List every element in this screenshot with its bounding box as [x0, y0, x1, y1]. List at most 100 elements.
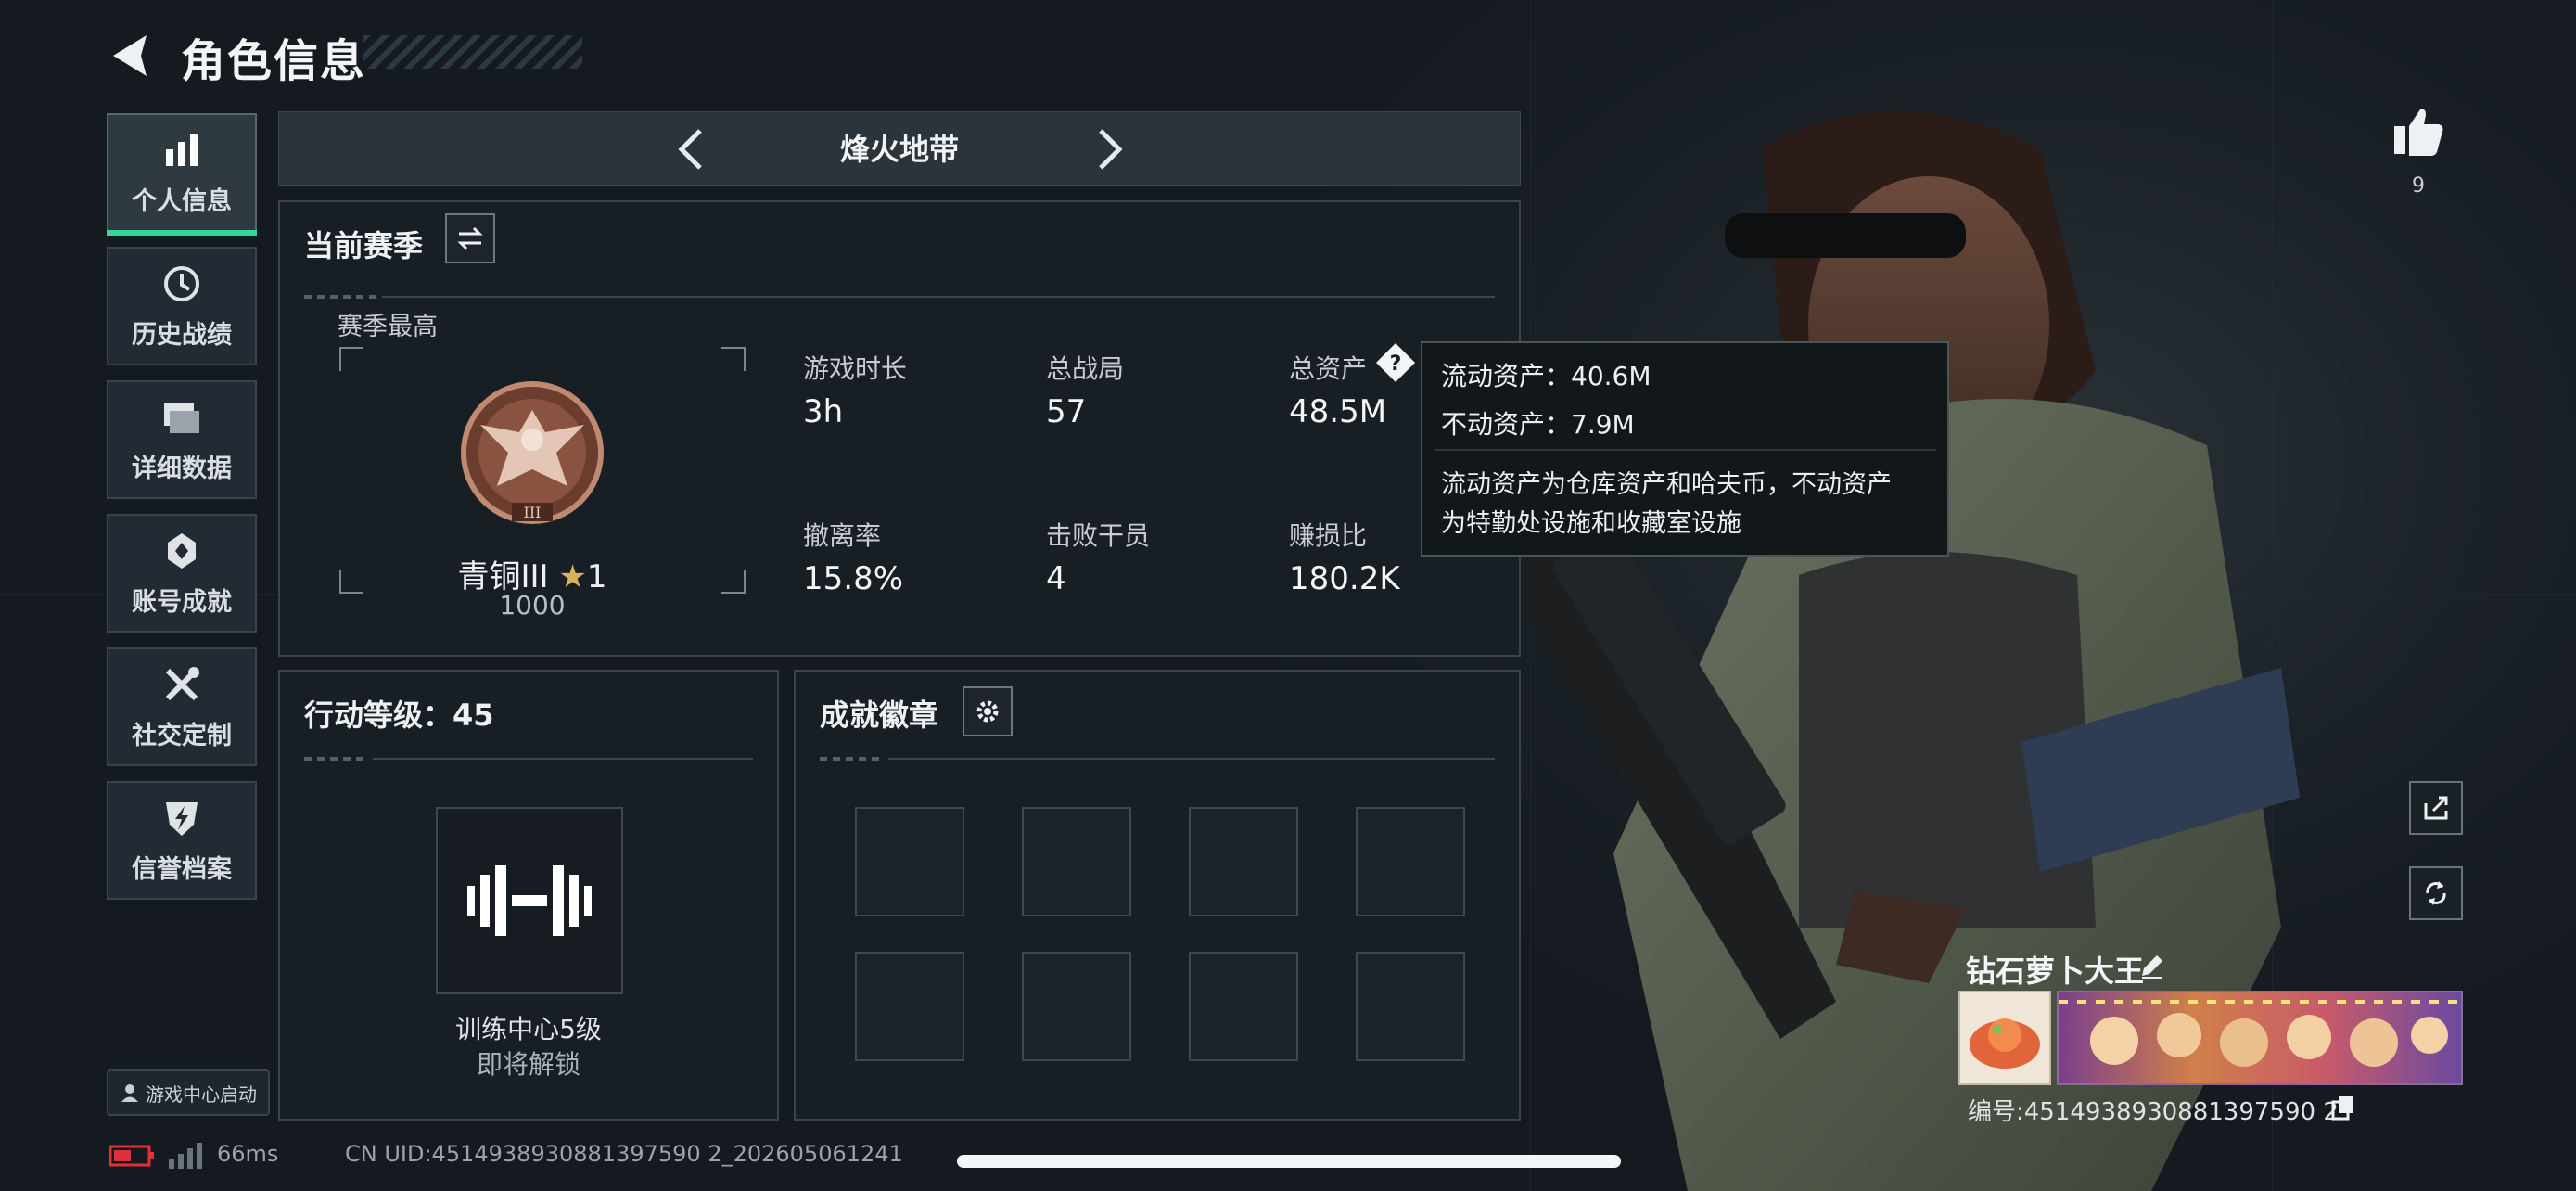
- frame-corner: [721, 347, 746, 371]
- stat-value: 57: [1046, 393, 1087, 430]
- chevron-right-icon[interactable]: [1082, 123, 1134, 175]
- title-decoration: [363, 35, 582, 69]
- tooltip-fixed: 不动资产：7.9M: [1441, 409, 1635, 440]
- user-icon: [121, 1084, 138, 1102]
- mode-label: 烽火地带: [839, 132, 959, 167]
- badge-slot[interactable]: [1022, 952, 1131, 1061]
- dumbbell-icon: [467, 865, 592, 936]
- stat-label: 总战局: [1046, 353, 1125, 384]
- medal-icon: [168, 532, 196, 569]
- divider-ticks: [304, 757, 369, 761]
- avatar[interactable]: [1958, 991, 2051, 1085]
- mode-selector: 烽火地带: [278, 111, 1521, 186]
- sidebar-item-achievements[interactable]: 账号成就: [107, 514, 257, 633]
- tooltip-desc: 为特勤处设施和收藏室设施: [1441, 509, 1741, 538]
- sidebar-item-details[interactable]: 详细数据: [107, 380, 257, 499]
- refresh-icon: [2426, 881, 2446, 905]
- stat-value: 15.8%: [803, 560, 904, 597]
- stat-value: 48.5M: [1289, 393, 1387, 430]
- signal-icon: [169, 1143, 202, 1169]
- asset-tooltip: 流动资产：40.6M 不动资产：7.9M 流动资产为仓库资产和哈夫币，不动资产 …: [1421, 341, 1949, 557]
- tooltip-liquid: 流动资产：40.6M: [1441, 361, 1651, 391]
- game-center-button[interactable]: 游戏中心启动: [107, 1069, 270, 1116]
- stat-label: 击败干员: [1046, 520, 1151, 551]
- edit-pencil-icon[interactable]: [2138, 952, 2166, 980]
- swap-season-button[interactable]: [445, 213, 495, 263]
- action-level-panel: 行动等级：45 训练中心5级 即将解锁: [278, 670, 779, 1121]
- badge-slot[interactable]: [1189, 807, 1298, 916]
- divider-ticks: [820, 757, 885, 761]
- banner-art: [2059, 1000, 2461, 1067]
- unlock-title: 训练中心5级: [455, 1014, 602, 1044]
- season-title: 当前赛季: [304, 228, 424, 263]
- badge-settings-button[interactable]: [963, 686, 1013, 736]
- stat-label: 赚损比: [1289, 520, 1368, 551]
- share-icon: [2424, 796, 2448, 820]
- player-name: 钻石萝卜大王: [1966, 954, 2145, 989]
- folder-icon: [164, 403, 199, 433]
- bronze-rank-emblem-icon: III: [461, 381, 604, 524]
- frame-corner: [339, 570, 363, 594]
- unlock-sub: 即将解锁: [476, 1049, 580, 1080]
- season-best-label: 赛季最高: [338, 313, 438, 341]
- back-arrow-icon[interactable]: [104, 28, 159, 83]
- badge-slot[interactable]: [1022, 807, 1131, 916]
- gear-icon: [976, 700, 999, 723]
- badge-slot[interactable]: [1356, 952, 1465, 1061]
- badges-panel: 成就徽章: [794, 670, 1521, 1121]
- stat-label: 总资产: [1289, 353, 1368, 384]
- sidebar-item-label: 账号成就: [132, 587, 232, 617]
- sidebar-item-history[interactable]: 历史战绩: [107, 247, 257, 365]
- badge-slot[interactable]: [855, 807, 964, 916]
- share-button[interactable]: [2409, 781, 2463, 835]
- shield-bolt-icon: [166, 801, 198, 836]
- page-title: 角色信息: [181, 35, 367, 87]
- season-panel: 当前赛季 赛季最高 III 青铜III ★1 1000 游戏时长 3h 总战局 …: [278, 200, 1521, 657]
- swap-icon: [457, 226, 483, 250]
- player-uid: 编号:4514938930881397590 2: [1968, 1098, 2339, 1126]
- thumbs-up-icon[interactable]: [2391, 104, 2446, 160]
- badges-title: 成就徽章: [820, 698, 939, 733]
- sidebar-item-label: 历史战绩: [132, 320, 232, 350]
- home-indicator[interactable]: [957, 1155, 1621, 1168]
- latency: 66ms: [217, 1141, 279, 1167]
- stat-value: 180.2K: [1289, 560, 1400, 597]
- frame-corner: [721, 570, 746, 594]
- refresh-button[interactable]: [2409, 866, 2463, 920]
- divider: [373, 758, 753, 760]
- profile-banner: [2057, 991, 2463, 1085]
- copy-icon[interactable]: [2331, 1095, 2355, 1121]
- history-clock-icon: [164, 265, 199, 301]
- cn-uid: CN UID:4514938930881397590 2_20260506124…: [345, 1141, 903, 1167]
- tools-icon: [165, 666, 199, 700]
- stat-value: 3h: [803, 393, 844, 430]
- food-avatar-icon: [1970, 1018, 2040, 1069]
- divider-ticks: [304, 295, 378, 299]
- game-center-label: 游戏中心启动: [146, 1082, 257, 1106]
- svg-text:III: III: [524, 504, 542, 521]
- divider: [1435, 449, 1936, 451]
- stat-value: 4: [1046, 560, 1066, 597]
- sidebar-item-label: 个人信息: [132, 186, 232, 216]
- frame-corner: [339, 347, 363, 371]
- sidebar-item-personal-info[interactable]: 个人信息: [107, 113, 257, 236]
- like-count: 9: [2412, 174, 2425, 198]
- badge-slot[interactable]: [1189, 952, 1298, 1061]
- divider: [888, 758, 1495, 760]
- bar-chart-icon: [166, 134, 198, 166]
- badge-slot[interactable]: [855, 952, 964, 1061]
- svg-text:?: ?: [1390, 352, 1402, 376]
- sidebar-item-reputation[interactable]: 信誉档案: [107, 781, 257, 900]
- training-center-card[interactable]: [436, 807, 623, 994]
- tooltip-desc: 流动资产为仓库资产和哈夫币，不动资产: [1441, 470, 1892, 499]
- badge-slot[interactable]: [1356, 807, 1465, 916]
- action-level-title: 行动等级：45: [304, 698, 494, 733]
- stat-label: 撤离率: [803, 520, 882, 551]
- rank-points: 1000: [499, 590, 566, 621]
- help-diamond-icon[interactable]: ?: [1374, 341, 1417, 384]
- battery-icon: [109, 1145, 154, 1167]
- sidebar-item-social[interactable]: 社交定制: [107, 647, 257, 766]
- sidebar-item-label: 信誉档案: [132, 854, 232, 884]
- sidebar-item-label: 社交定制: [132, 721, 232, 750]
- stat-label: 游戏时长: [803, 353, 908, 384]
